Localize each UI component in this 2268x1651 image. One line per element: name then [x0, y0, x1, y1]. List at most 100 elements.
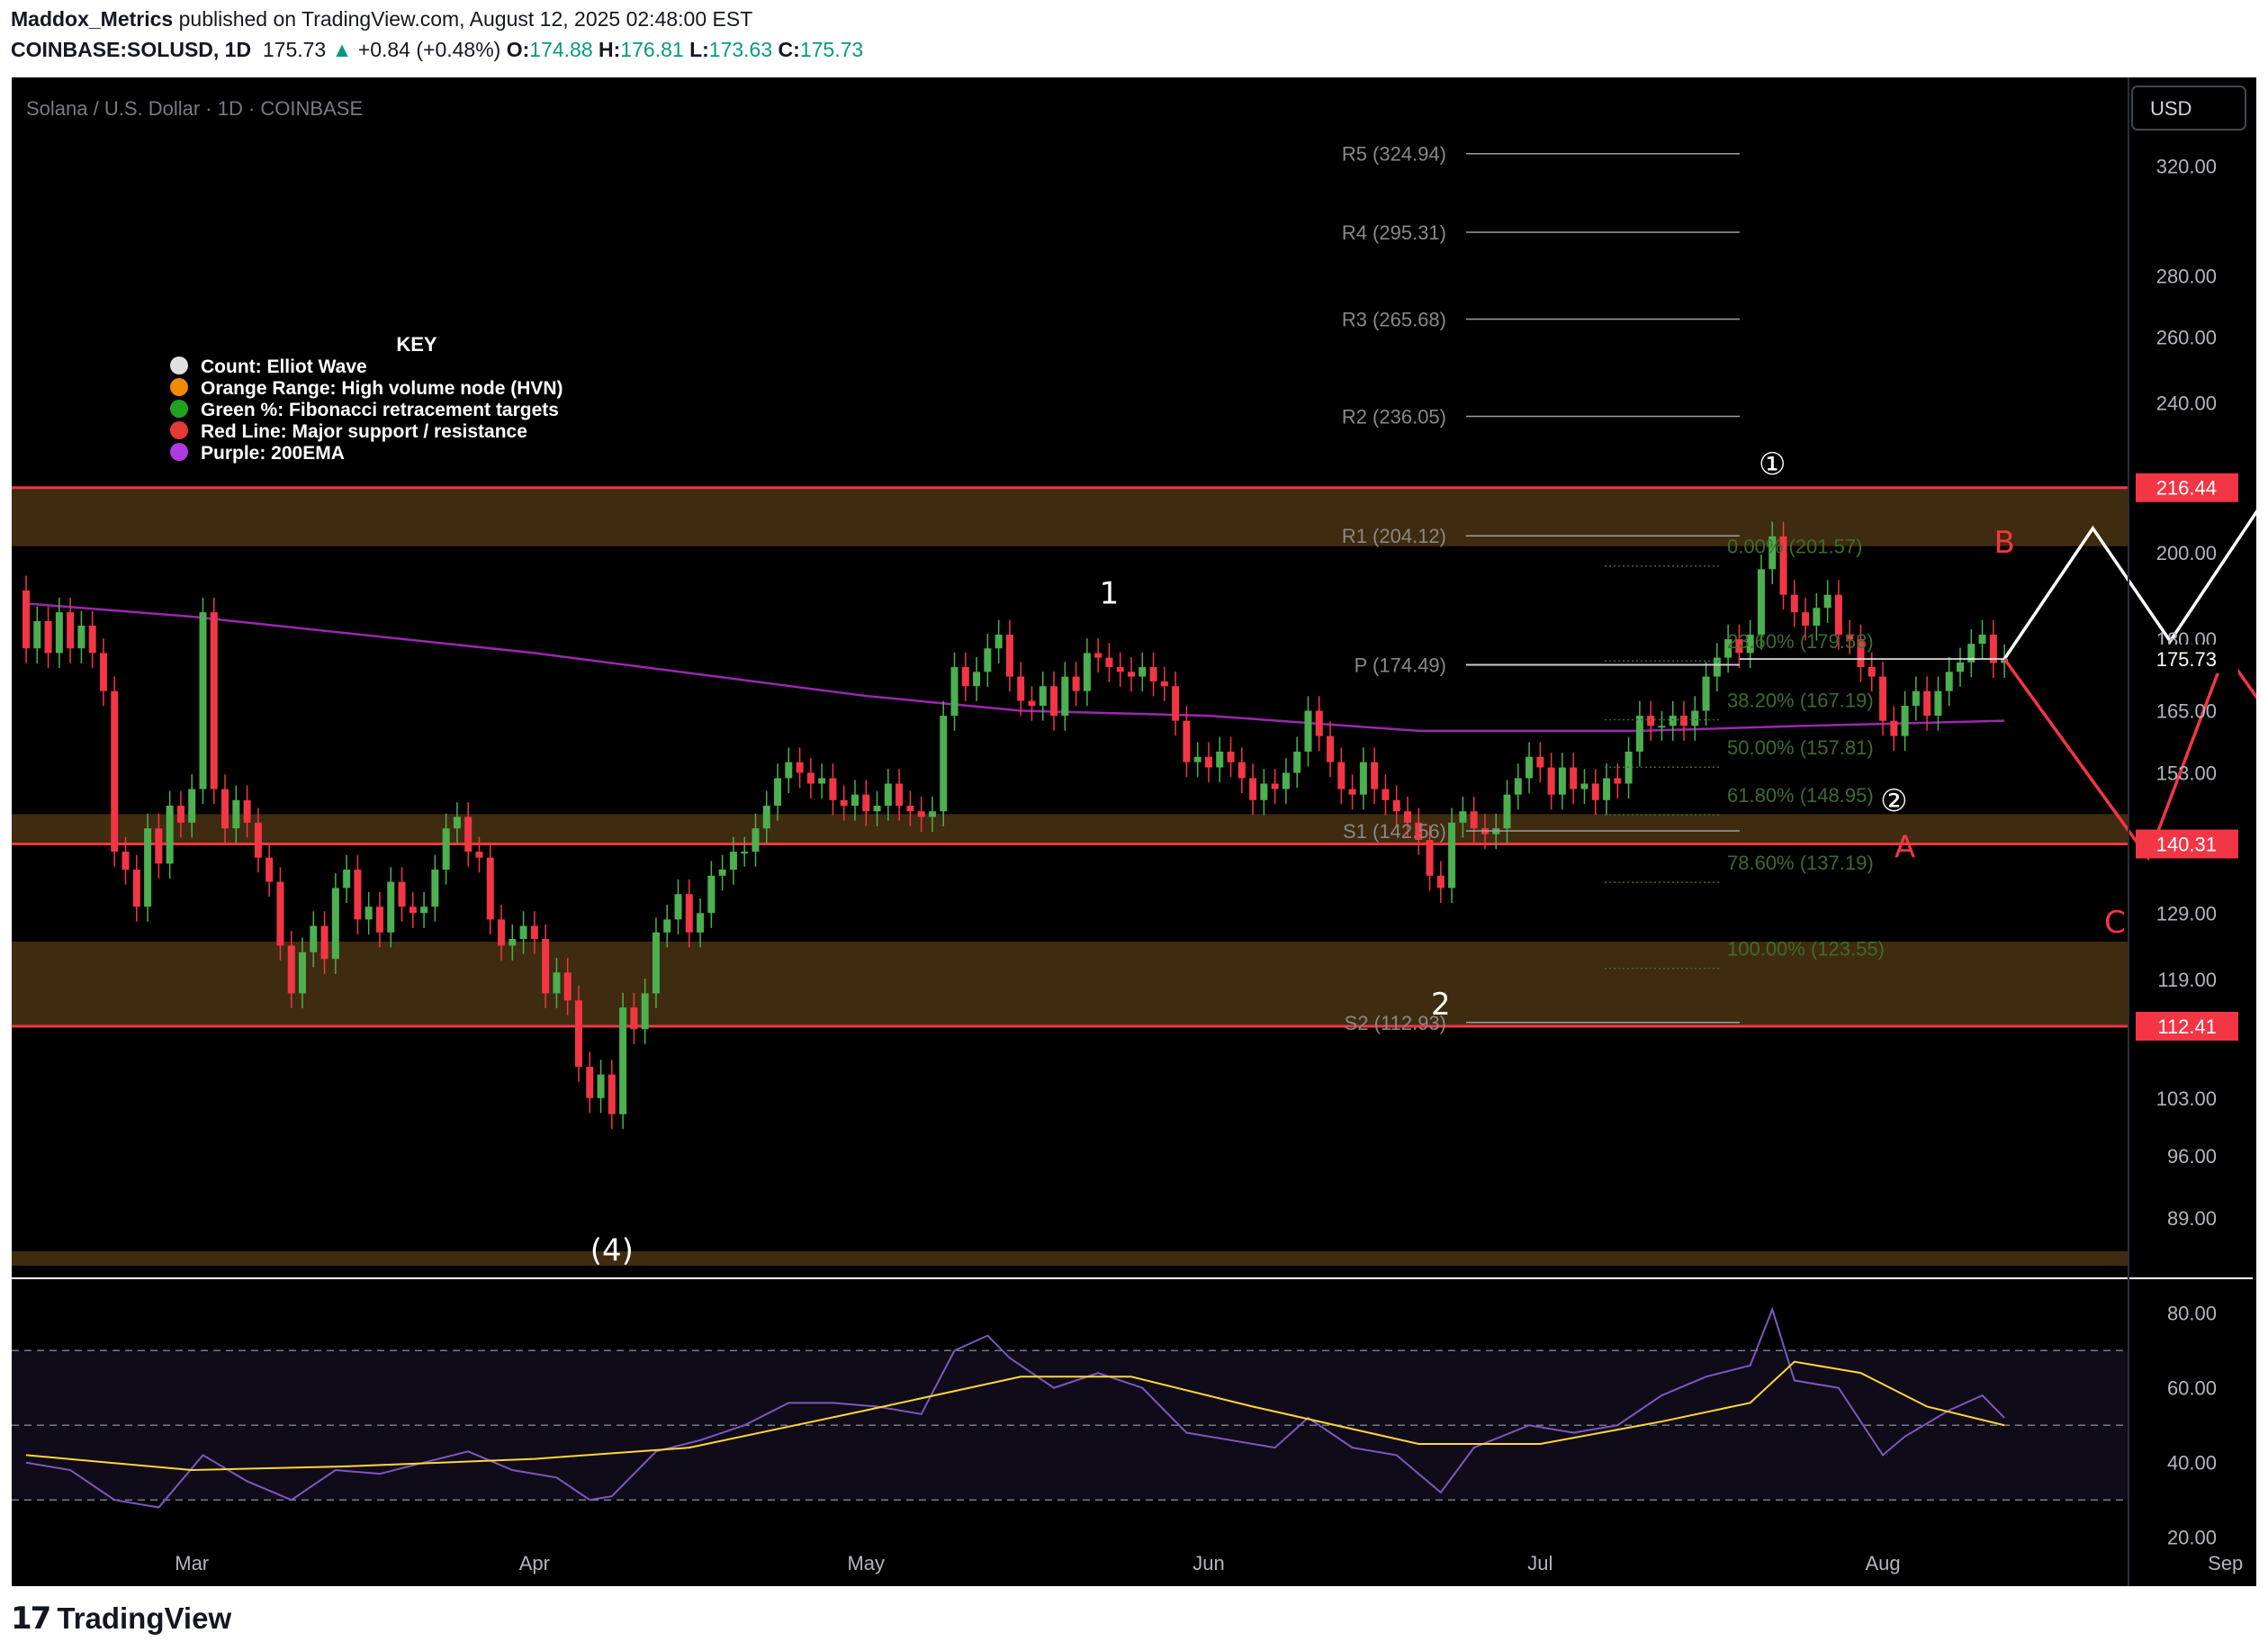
candle-body [1238, 762, 1246, 779]
author-name[interactable]: Maddox_Metrics [11, 7, 173, 31]
candle-body [1260, 783, 1268, 800]
candle-body [519, 925, 527, 940]
candle-body [1802, 612, 1810, 626]
candle-body [707, 875, 716, 914]
candle-body [818, 778, 826, 784]
candle-body [1061, 676, 1069, 717]
candle-body [420, 907, 428, 914]
candle-body [641, 993, 649, 1030]
candle-body [508, 939, 517, 946]
candle-body [464, 816, 472, 853]
candle-body [862, 794, 870, 812]
y-tick: 119.00 [2157, 969, 2217, 991]
candle-body [1348, 789, 1356, 795]
candle-body [166, 805, 174, 864]
tradingview-footer[interactable]: 17 TradingView [11, 1601, 231, 1637]
candle-body [1271, 783, 1279, 789]
high-label: H: [598, 38, 621, 61]
candle-body [630, 1007, 638, 1030]
candle-body [1392, 799, 1400, 812]
candle-body [188, 789, 196, 823]
candle-body [1901, 706, 1909, 736]
key-item: Orange Range: High volume node (HVN) [201, 378, 563, 399]
candle-body [1614, 778, 1622, 784]
candle-body [774, 778, 782, 806]
candle-body [111, 690, 119, 853]
candle-body [840, 799, 848, 806]
candle-body [243, 799, 251, 823]
candle-body [1337, 762, 1346, 789]
candle-body [266, 857, 274, 882]
candle-body [1890, 720, 1898, 736]
candle-body [973, 672, 981, 687]
candle [940, 700, 948, 826]
candle-body [1536, 756, 1544, 768]
fib-label: 100.00% (123.55) [1727, 938, 1885, 961]
candle-body [453, 816, 461, 829]
pivot-label: R2 (236.05) [1342, 406, 1446, 429]
pivot-label: R5 (324.94) [1342, 143, 1446, 166]
y-tick: 280.00 [2156, 266, 2217, 288]
candle-body [1978, 635, 1986, 645]
candle-body [697, 913, 705, 933]
candle-body [1459, 811, 1467, 823]
y-tick: 260.00 [2156, 326, 2217, 348]
candle-body [1050, 686, 1058, 717]
candle-body [1072, 676, 1080, 691]
candle-body [1172, 686, 1180, 721]
chart-area[interactable]: R5 (324.94) R4 (295.31) R3 (265.68) R2 (236… [12, 77, 2256, 1586]
candle-body [1713, 657, 1721, 677]
candle-body [375, 907, 383, 933]
y-tick: 96.00 [2167, 1145, 2217, 1168]
candle-body [950, 667, 958, 717]
candle-body [851, 794, 859, 806]
candle-body [796, 762, 804, 773]
candle-body [1426, 840, 1434, 876]
candle-body [1436, 875, 1444, 889]
candle-body [1879, 676, 1887, 721]
key-dot-icon [170, 378, 188, 396]
candle-body [1514, 778, 1522, 795]
candle-body [1094, 653, 1102, 658]
candle [210, 597, 218, 805]
key-item: Purple: 200EMA [201, 443, 345, 464]
y-tick: 200.00 [2156, 542, 2217, 564]
rsi-y-tick: 20.00 [2167, 1527, 2217, 1549]
candle-body [1813, 608, 1821, 626]
symbol-name[interactable]: COINBASE:SOLUSD, 1D [11, 38, 251, 61]
key-item: Green %: Fibonacci retracement targets [201, 400, 559, 420]
low-value: 173.63 [708, 38, 773, 61]
candle-body [1603, 778, 1611, 800]
candle-body [884, 783, 892, 806]
candle-body [1227, 751, 1235, 762]
high-value: 176.81 [620, 38, 684, 61]
candle-body [1382, 789, 1390, 800]
candle-body [608, 1074, 616, 1114]
candle-body [1647, 716, 1655, 726]
key-dot-icon [170, 356, 188, 374]
candle [331, 873, 339, 974]
rsi-y-tick: 40.00 [2167, 1452, 2217, 1475]
candle [111, 676, 119, 867]
candle-body [674, 894, 682, 920]
candle-body [1945, 672, 1953, 691]
candle-body [1160, 681, 1168, 687]
last-price-tag: 175.73 [2156, 648, 2217, 671]
price-tag: 112.41 [2157, 1015, 2217, 1038]
candle-body [299, 952, 306, 994]
candle-body [553, 972, 561, 994]
candle-body [22, 590, 30, 649]
candle-body [1204, 756, 1212, 768]
price-tag: 140.31 [2156, 834, 2217, 856]
candle-body [44, 620, 52, 654]
x-tick: Apr [519, 1552, 550, 1574]
wave-label: C [2104, 905, 2126, 941]
key-dot-icon [170, 400, 188, 418]
currency-button[interactable]: USD [2131, 86, 2246, 131]
wave-label: (4) [590, 1233, 634, 1269]
candle-body [1934, 690, 1942, 717]
fib-label: 0.00% (201.57) [1727, 536, 1862, 558]
open-label: O: [506, 38, 530, 61]
candle-body [1526, 756, 1534, 779]
currency-label: USD [2150, 97, 2192, 120]
